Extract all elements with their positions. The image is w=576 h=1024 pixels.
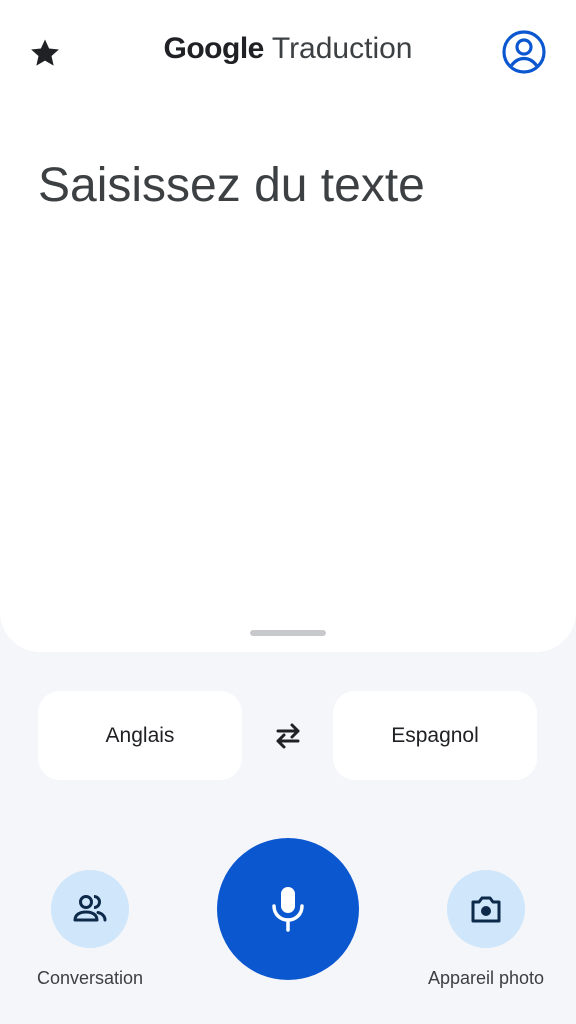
people-icon — [73, 895, 107, 922]
swap-arrows-icon — [276, 723, 300, 749]
camera-button[interactable] — [447, 870, 525, 948]
target-language-button[interactable]: Espagnol — [333, 691, 537, 780]
microphone-icon — [272, 887, 304, 932]
source-language-button[interactable]: Anglais — [38, 691, 242, 780]
account-button[interactable] — [500, 28, 548, 76]
app-title: Google Traduction — [0, 32, 576, 66]
swap-languages-button[interactable] — [264, 712, 312, 760]
input-panel: Google Traduction Saisissez du texte — [0, 0, 576, 652]
account-circle-icon — [502, 30, 546, 74]
app-bar: Google Traduction — [0, 0, 576, 104]
target-language-label: Espagnol — [391, 723, 479, 747]
source-language-label: Anglais — [105, 723, 175, 747]
microphone-button[interactable] — [217, 838, 359, 980]
camera-icon — [471, 896, 501, 923]
text-input-placeholder: Saisissez du texte — [38, 159, 425, 212]
brand-logo-text: Google — [163, 32, 265, 65]
drag-handle[interactable] — [250, 630, 326, 636]
text-input[interactable]: Saisissez du texte — [38, 158, 538, 213]
conversation-button[interactable] — [51, 870, 129, 948]
conversation-label: Conversation — [36, 968, 144, 988]
product-name: Traduction — [271, 32, 413, 65]
camera-label: Appareil photo — [427, 968, 545, 988]
